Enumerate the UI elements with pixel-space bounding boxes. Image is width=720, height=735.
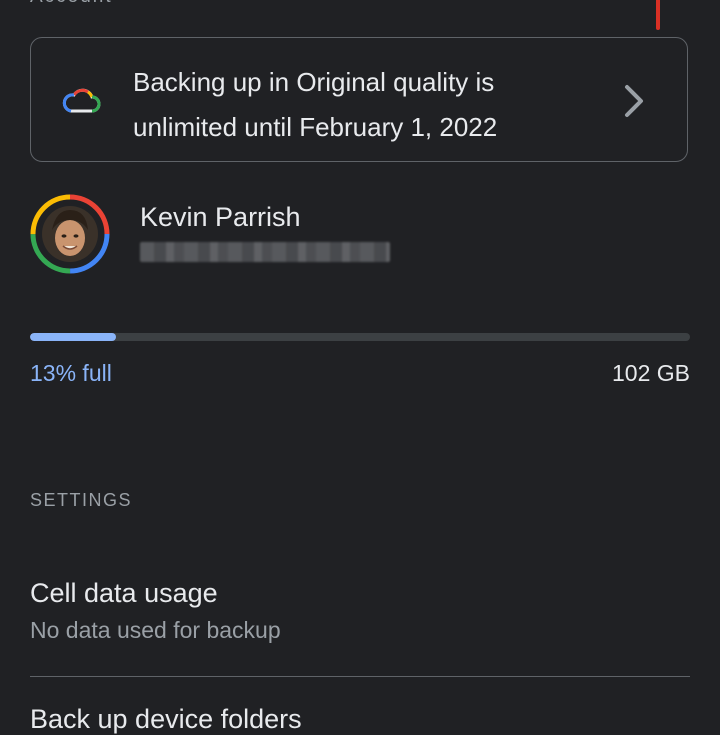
- cloud-icon: [62, 88, 101, 113]
- settings-section-label: SETTINGS: [30, 490, 133, 510]
- setting-subtitle: No data used for backup: [30, 617, 281, 643]
- avatar[interactable]: [30, 194, 110, 274]
- setting-cell-data-usage[interactable]: Cell data usage No data used for backup: [0, 560, 720, 672]
- setting-title: Cell data usage: [30, 578, 218, 608]
- divider: [30, 676, 690, 677]
- storage-progress-bar: [30, 333, 690, 341]
- storage-percent: 13% full: [30, 360, 112, 386]
- storage-progress-fill: [30, 333, 116, 341]
- redacted-email: [140, 242, 390, 262]
- notice-text: Backing up in Original quality is unlimi…: [133, 67, 498, 142]
- chevron-right-icon[interactable]: [621, 83, 647, 119]
- account-row[interactable]: Kevin Parrish: [30, 194, 690, 278]
- annotation-mark: [656, 0, 660, 30]
- account-name: Kevin Parrish: [140, 202, 301, 232]
- storage-policy-notice[interactable]: Backing up in Original quality is unlimi…: [30, 37, 688, 162]
- storage-total: 102 GB: [612, 360, 690, 386]
- section-header-account: Account: [30, 0, 113, 8]
